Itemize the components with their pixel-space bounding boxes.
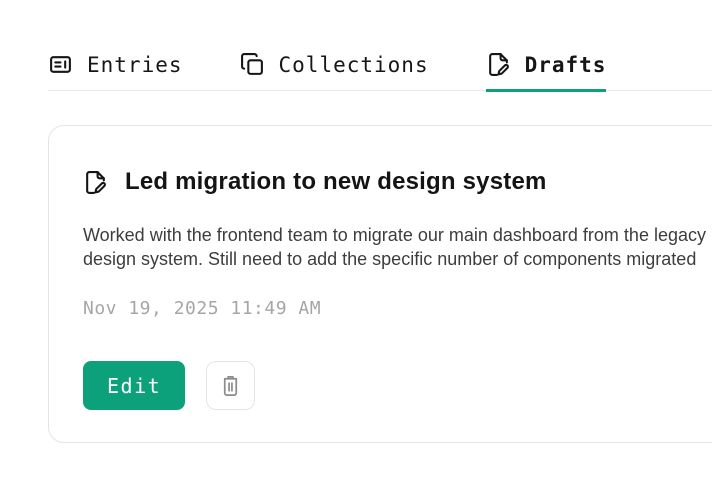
draft-actions: Edit	[83, 361, 712, 410]
file-pen-icon	[83, 170, 108, 195]
draft-card-header: Led migration to new design system	[83, 168, 712, 196]
draft-title: Led migration to new design system	[125, 168, 547, 195]
draft-description-line1: Worked with the frontend team to migrate…	[83, 225, 706, 245]
tab-drafts[interactable]: Drafts	[485, 52, 607, 92]
delete-button[interactable]	[206, 361, 256, 410]
file-pen-icon	[486, 52, 511, 77]
tab-collections[interactable]: Collections	[240, 52, 429, 92]
draft-description: Worked with the frontend team to migrate…	[83, 223, 712, 271]
draft-card: Led migration to new design system Worke…	[48, 125, 712, 443]
draft-description-line2: design system. Still need to add the spe…	[83, 249, 697, 269]
page: Entries Collections Drafts Led migration…	[0, 0, 712, 443]
trash-icon	[219, 374, 242, 397]
copy-icon	[240, 52, 265, 77]
tab-drafts-label: Drafts	[524, 52, 607, 77]
tab-entries-label: Entries	[87, 52, 183, 77]
tab-collections-label: Collections	[278, 52, 429, 77]
tab-entries[interactable]: Entries	[48, 52, 183, 92]
draft-timestamp: Nov 19, 2025 11:49 AM	[83, 298, 322, 319]
tab-bar: Entries Collections Drafts	[48, 52, 712, 92]
list-details-icon	[48, 52, 73, 77]
edit-button[interactable]: Edit	[83, 361, 186, 410]
